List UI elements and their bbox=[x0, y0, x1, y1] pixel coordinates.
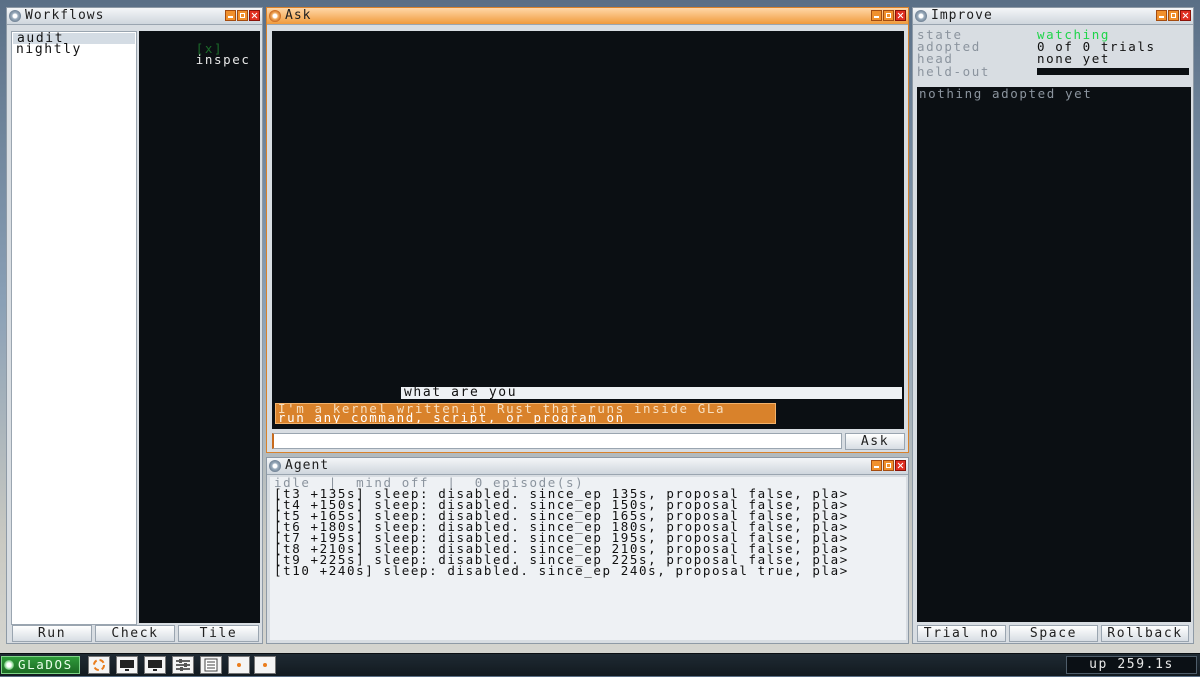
adopted-list: nothing adopted yet bbox=[917, 87, 1191, 622]
held-out-bar bbox=[1037, 67, 1189, 75]
rollback-button[interactable]: Rollback bbox=[1101, 625, 1189, 642]
field-label-held-out: held-out bbox=[917, 63, 991, 79]
improve-fields: state watching adopted 0 of 0 trials hea… bbox=[917, 28, 1191, 79]
dot-icon[interactable] bbox=[228, 656, 250, 674]
close-icon[interactable] bbox=[895, 10, 906, 21]
window-menu-icon[interactable] bbox=[269, 460, 281, 472]
window-title: Ask bbox=[285, 8, 312, 23]
window-title: Improve bbox=[931, 8, 993, 23]
workflow-item-nightly[interactable]: nightly bbox=[12, 43, 136, 56]
minimize-icon[interactable] bbox=[871, 10, 882, 21]
close-icon[interactable] bbox=[249, 10, 260, 21]
maximize-icon[interactable] bbox=[237, 10, 248, 21]
window-menu-icon[interactable] bbox=[915, 10, 927, 22]
monitor-icon[interactable] bbox=[116, 656, 138, 674]
maximize-icon[interactable] bbox=[883, 460, 894, 471]
field-value-head: none yet bbox=[1037, 51, 1111, 66]
improve-titlebar[interactable]: Improve bbox=[913, 8, 1193, 25]
run-button[interactable]: Run bbox=[12, 625, 92, 642]
ask-window: Ask what are you I'm a kernel written in… bbox=[266, 7, 909, 453]
preview-text: inspec bbox=[195, 52, 251, 67]
start-button[interactable]: GLaDOS bbox=[1, 656, 80, 674]
minimize-icon[interactable] bbox=[225, 10, 236, 21]
window-menu-icon[interactable] bbox=[269, 10, 281, 22]
ask-button[interactable]: Ask bbox=[845, 433, 905, 450]
space-button[interactable]: Space bbox=[1009, 625, 1098, 642]
agent-titlebar[interactable]: Agent bbox=[267, 458, 908, 475]
glados-icon bbox=[4, 660, 14, 670]
trial-button[interactable]: Trial no bbox=[917, 625, 1006, 642]
dot-icon[interactable] bbox=[254, 656, 276, 674]
notes-icon[interactable] bbox=[200, 656, 222, 674]
log-line: [t10 +240s] sleep: disabled. since_ep 24… bbox=[274, 563, 849, 578]
workflows-titlebar[interactable]: Workflows bbox=[7, 8, 262, 25]
window-title: Agent bbox=[285, 458, 330, 473]
minimize-icon[interactable] bbox=[1156, 10, 1167, 21]
minimize-icon[interactable] bbox=[871, 460, 882, 471]
ask-titlebar[interactable]: Ask bbox=[267, 8, 908, 25]
maximize-icon[interactable] bbox=[1168, 10, 1179, 21]
chat-area: what are you I'm a kernel written in Rus… bbox=[272, 31, 904, 429]
monitor-icon[interactable] bbox=[144, 656, 166, 674]
tile-button[interactable]: Tile bbox=[178, 625, 259, 642]
close-icon[interactable] bbox=[1180, 10, 1191, 21]
ask-input[interactable] bbox=[272, 433, 842, 449]
improve-window: Improve state watching adopted 0 of 0 tr… bbox=[912, 7, 1194, 644]
uptime-display: up 259.1s bbox=[1066, 656, 1197, 674]
user-message: what are you bbox=[401, 386, 902, 399]
sliders-icon[interactable] bbox=[172, 656, 194, 674]
taskbar: GLaDOS up 259.1s bbox=[0, 653, 1200, 676]
assistant-reply: I'm a kernel written in Rust that runs i… bbox=[275, 403, 776, 424]
loader-icon[interactable] bbox=[88, 656, 110, 674]
workflow-preview: [x] inspec bbox=[139, 31, 260, 623]
agent-window: Agent idle | mind off | 0 episode(s) [t3… bbox=[266, 457, 909, 644]
workflows-window: Workflows audit nightly [x] inspec Run C… bbox=[6, 7, 263, 644]
start-label: GLaDOS bbox=[18, 657, 73, 672]
close-icon[interactable] bbox=[895, 460, 906, 471]
check-button[interactable]: Check bbox=[95, 625, 175, 642]
window-menu-icon[interactable] bbox=[9, 10, 21, 22]
window-title: Workflows bbox=[25, 8, 105, 23]
agent-log: idle | mind off | 0 episode(s) [t3 +135s… bbox=[270, 477, 906, 640]
empty-text: nothing adopted yet bbox=[919, 86, 1093, 101]
workflow-list: audit nightly bbox=[11, 31, 137, 625]
maximize-icon[interactable] bbox=[883, 10, 894, 21]
